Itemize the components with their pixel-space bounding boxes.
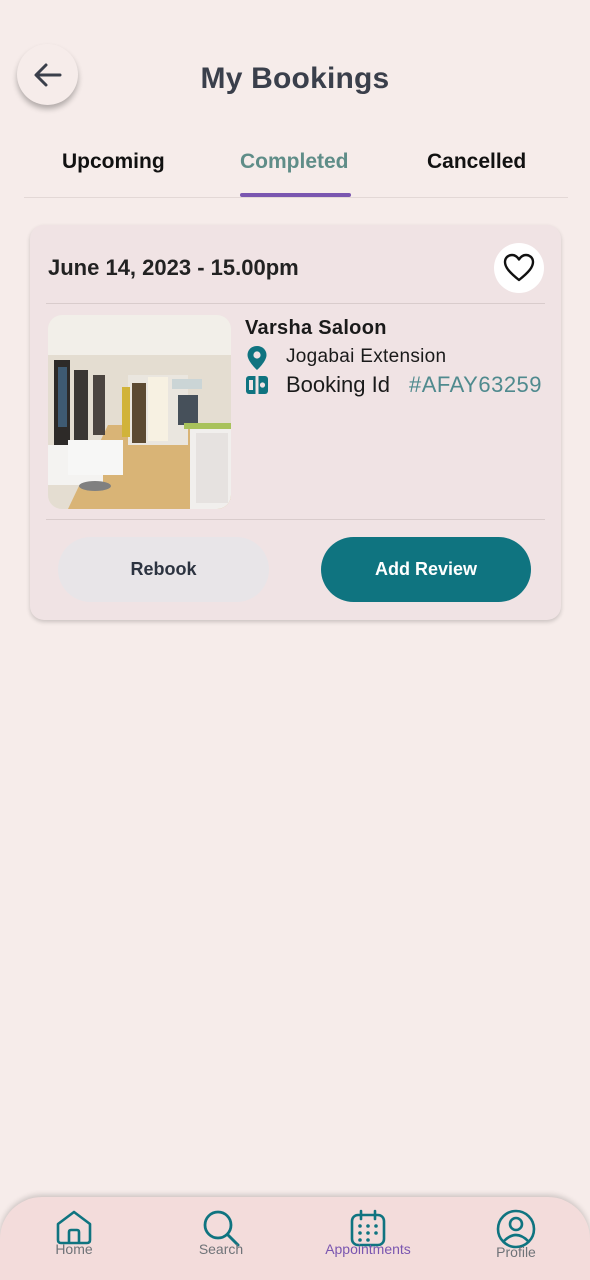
heart-outline-icon bbox=[503, 253, 535, 282]
booking-id-value: #AFAY63259 bbox=[409, 372, 543, 397]
rebook-button[interactable]: Rebook bbox=[58, 537, 269, 602]
booking-card: June 14, 2023 - 15.00pm Varsha Saloon Jo… bbox=[30, 225, 561, 620]
booking-id-label: Booking Id bbox=[286, 372, 390, 397]
page-title: My Bookings bbox=[200, 62, 390, 95]
nav-item-search[interactable]: Search bbox=[161, 1197, 281, 1280]
nav-label: Appointments bbox=[325, 1241, 411, 1257]
salon-image bbox=[48, 315, 231, 509]
home-icon bbox=[56, 1210, 92, 1245]
profile-icon bbox=[496, 1209, 536, 1249]
add-review-button[interactable]: Add Review bbox=[321, 537, 531, 602]
nav-item-appointments[interactable]: Appointments bbox=[308, 1197, 428, 1280]
tab-cancelled[interactable]: Cancelled bbox=[427, 150, 526, 174]
nav-label: Profile bbox=[496, 1244, 536, 1260]
tab-completed[interactable]: Completed bbox=[240, 150, 349, 174]
booking-date: June 14, 2023 - 15.00pm bbox=[48, 255, 299, 280]
nav-label: Home bbox=[55, 1241, 93, 1257]
nav-item-home[interactable]: Home bbox=[14, 1197, 134, 1280]
salon-location: Jogabai Extension bbox=[286, 346, 447, 367]
tab-upcoming[interactable]: Upcoming bbox=[62, 150, 165, 174]
active-tab-indicator bbox=[240, 193, 351, 197]
location-pin-icon bbox=[247, 346, 267, 370]
card-divider bbox=[46, 519, 545, 520]
salon-name: Varsha Saloon bbox=[245, 317, 387, 339]
my-bookings-screen: My Bookings Upcoming Completed Cancelled… bbox=[0, 0, 590, 1280]
nav-label: Search bbox=[198, 1241, 244, 1257]
nav-item-profile[interactable]: Profile bbox=[456, 1197, 576, 1280]
bottom-navigation: Home Search Appointments Profile bbox=[0, 1197, 590, 1280]
booking-tabs: Upcoming Completed Cancelled bbox=[24, 142, 568, 198]
booking-id-icon bbox=[246, 376, 268, 394]
favorite-button[interactable] bbox=[494, 243, 544, 293]
card-divider bbox=[46, 303, 545, 304]
